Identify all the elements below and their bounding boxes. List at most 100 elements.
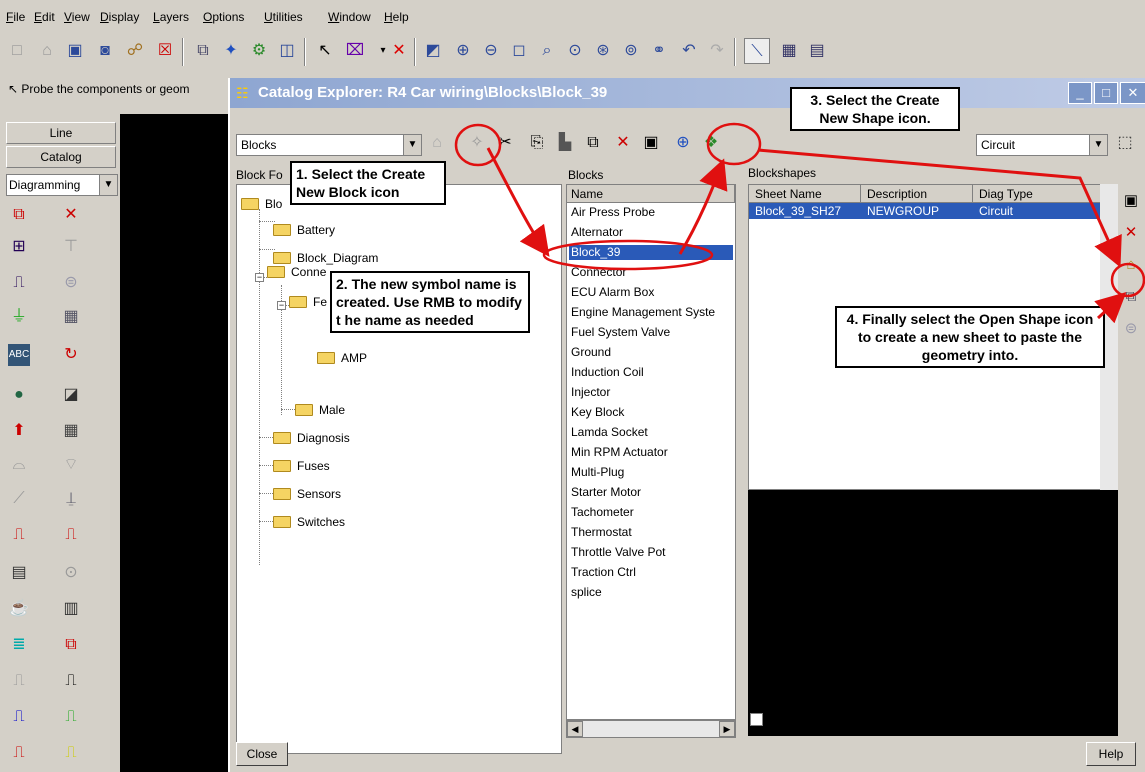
wire-add-icon[interactable]: ⎍ xyxy=(60,524,82,546)
list-item[interactable]: Lamda Socket xyxy=(571,425,648,440)
wire-link-icon[interactable]: ⊜ xyxy=(60,272,82,294)
package-icon[interactable]: ❖ xyxy=(700,131,722,155)
tree-item-switches[interactable]: Switches xyxy=(273,515,345,529)
loop-icon[interactable]: ⊙ xyxy=(60,562,82,584)
duplicate-icon[interactable]: ⧉ xyxy=(582,131,604,155)
block-type-select[interactable]: Blocks ▼ xyxy=(236,134,422,156)
list-item[interactable]: Alternator xyxy=(571,225,623,240)
edit-text-icon[interactable]: ↻ xyxy=(60,344,82,366)
tree-item-battery[interactable]: Battery xyxy=(273,223,335,237)
globe-icon[interactable]: ● xyxy=(8,384,30,406)
collapse-icon[interactable]: − xyxy=(255,273,264,282)
cut-icon[interactable]: ✂ xyxy=(494,131,516,155)
snap-icon[interactable]: ✦ xyxy=(218,38,244,64)
list-item[interactable]: Min RPM Actuator xyxy=(571,445,668,460)
sheet-name-column-header[interactable]: Sheet Name xyxy=(749,185,861,203)
move-up-icon[interactable]: ⬆ xyxy=(8,420,30,442)
pan-icon[interactable]: ⚭ xyxy=(646,38,672,64)
open-folder-icon[interactable]: ⌂ xyxy=(426,131,448,155)
zoom-component-icon[interactable]: ⚙ xyxy=(246,38,272,64)
name-column-header[interactable]: Name xyxy=(567,185,735,203)
tree-item-male[interactable]: Male xyxy=(295,403,345,417)
menu-view[interactable]: View xyxy=(64,10,90,24)
list-item[interactable]: Traction Ctrl xyxy=(571,565,636,580)
list-item[interactable]: Key Block xyxy=(571,405,624,420)
mode-select[interactable]: Diagramming ▼ xyxy=(6,174,118,196)
copy-icon[interactable]: ⎘ xyxy=(526,131,548,155)
wire-step-icon[interactable]: ⎍ xyxy=(8,272,30,294)
list-item[interactable]: Throttle Valve Pot xyxy=(571,545,666,560)
menu-layers[interactable]: Layers xyxy=(153,10,189,24)
tree-item-sensors[interactable]: Sensors xyxy=(273,487,341,501)
table-icon[interactable]: ▥ xyxy=(60,598,82,620)
line-tab-button[interactable]: Line xyxy=(6,122,116,144)
block-properties-icon[interactable]: ▣ xyxy=(640,131,662,155)
collapse-icon[interactable]: − xyxy=(277,301,286,310)
net-icon[interactable]: ⧉ xyxy=(60,634,82,656)
redo-icon[interactable]: ↷ xyxy=(704,38,730,64)
close-button[interactable]: Close xyxy=(236,742,288,766)
socket-icon[interactable]: ⌔ xyxy=(60,454,82,476)
list-item[interactable]: Connector xyxy=(571,265,626,280)
create-new-shape-icon[interactable]: ⊕ xyxy=(672,131,694,155)
terminal-icon[interactable]: ⍊ xyxy=(60,488,82,510)
zoom-dynamic-icon[interactable]: ⊙ xyxy=(562,38,588,64)
tree-item-block-diagram[interactable]: Block_Diagram xyxy=(273,251,378,265)
chevron-down-icon[interactable]: ▼ xyxy=(1089,135,1107,155)
display-full-sheet-checkbox[interactable]: Display full sheet xyxy=(750,712,858,726)
copy-shape-icon[interactable]: ⧉ xyxy=(1119,286,1143,308)
tree-item-fuses[interactable]: Fuses xyxy=(273,459,330,473)
list-item[interactable]: Tachometer xyxy=(571,505,634,520)
chevron-down-icon[interactable]: ▼ xyxy=(99,175,117,195)
maximize-button[interactable]: □ xyxy=(1094,82,1118,104)
drawing-canvas[interactable] xyxy=(120,114,230,772)
wire-blue-icon[interactable]: ⎍ xyxy=(8,706,30,728)
menu-file[interactable]: File xyxy=(6,10,25,24)
open-shape-icon[interactable]: ⌂ xyxy=(1119,254,1143,276)
scroll-right-icon[interactable]: ▶ xyxy=(719,721,735,737)
insert-pin-icon[interactable]: ⊞ xyxy=(8,236,30,258)
horizontal-scrollbar[interactable]: ◀ ▶ xyxy=(566,720,736,738)
menu-help[interactable]: Help xyxy=(384,10,409,24)
list-item[interactable]: Air Press Probe xyxy=(571,205,655,220)
matrix-icon[interactable]: ▦ xyxy=(60,420,82,442)
list-item[interactable]: Engine Management Syste xyxy=(571,305,715,320)
checkbox-icon[interactable] xyxy=(750,713,763,726)
delete-block-icon[interactable]: ✕ xyxy=(612,131,634,155)
list-view-icon[interactable]: ▤ xyxy=(804,38,830,64)
menu-edit[interactable]: Edit xyxy=(34,10,55,24)
list-item[interactable]: Induction Coil xyxy=(571,365,644,380)
plug-icon[interactable]: ⌓ xyxy=(8,454,30,476)
list-item[interactable]: Multi-Plug xyxy=(571,465,624,480)
tree-item-diagnosis[interactable]: Diagnosis xyxy=(273,431,350,445)
diag-type-select[interactable]: Circuit ▼ xyxy=(976,134,1108,156)
menu-window[interactable]: Window xyxy=(328,10,371,24)
sheet-icon[interactable]: ▤ xyxy=(8,562,30,584)
list-item-selected[interactable]: Block_39 xyxy=(569,245,733,260)
zoom-fit-icon[interactable]: ⌕ xyxy=(534,38,560,64)
text-abc-icon[interactable]: ABC xyxy=(8,344,30,366)
insert-connector-icon[interactable]: ⧉ xyxy=(8,204,30,226)
delete-shape-icon[interactable]: ✕ xyxy=(1119,222,1143,244)
tree-item-female[interactable]: Fe xyxy=(289,295,327,309)
tree-item-root[interactable]: Blo xyxy=(241,197,282,211)
zoom-all-icon[interactable]: ⊚ xyxy=(618,38,644,64)
list-item[interactable]: Fuel System Valve xyxy=(571,325,670,340)
open-box-icon[interactable]: ◪ xyxy=(60,384,82,406)
catalog-tab-button[interactable]: Catalog xyxy=(6,146,116,168)
save-icon[interactable]: ▣ xyxy=(62,38,88,64)
wire-red2-icon[interactable]: ⎍ xyxy=(8,742,30,764)
paste-icon[interactable]: ▙ xyxy=(554,131,576,155)
close-window-button[interactable]: ✕ xyxy=(1120,82,1145,104)
list-item[interactable]: Starter Motor xyxy=(571,485,641,500)
bus-icon[interactable]: ≣ xyxy=(8,634,30,656)
create-new-block-icon[interactable]: ✧ xyxy=(466,131,488,155)
undo-icon[interactable]: ↶ xyxy=(676,38,702,64)
layers-icon[interactable]: ⧉ xyxy=(190,38,216,64)
tree-item-connectors[interactable]: Conne xyxy=(267,265,326,279)
new-file-icon[interactable]: □ xyxy=(4,38,30,64)
select-arrow-icon[interactable]: ↖ xyxy=(312,38,338,64)
close-doc-icon[interactable]: ☒ xyxy=(152,38,178,64)
route-pin-icon[interactable]: ⊤ xyxy=(60,236,82,258)
list-item[interactable]: splice xyxy=(571,585,602,600)
